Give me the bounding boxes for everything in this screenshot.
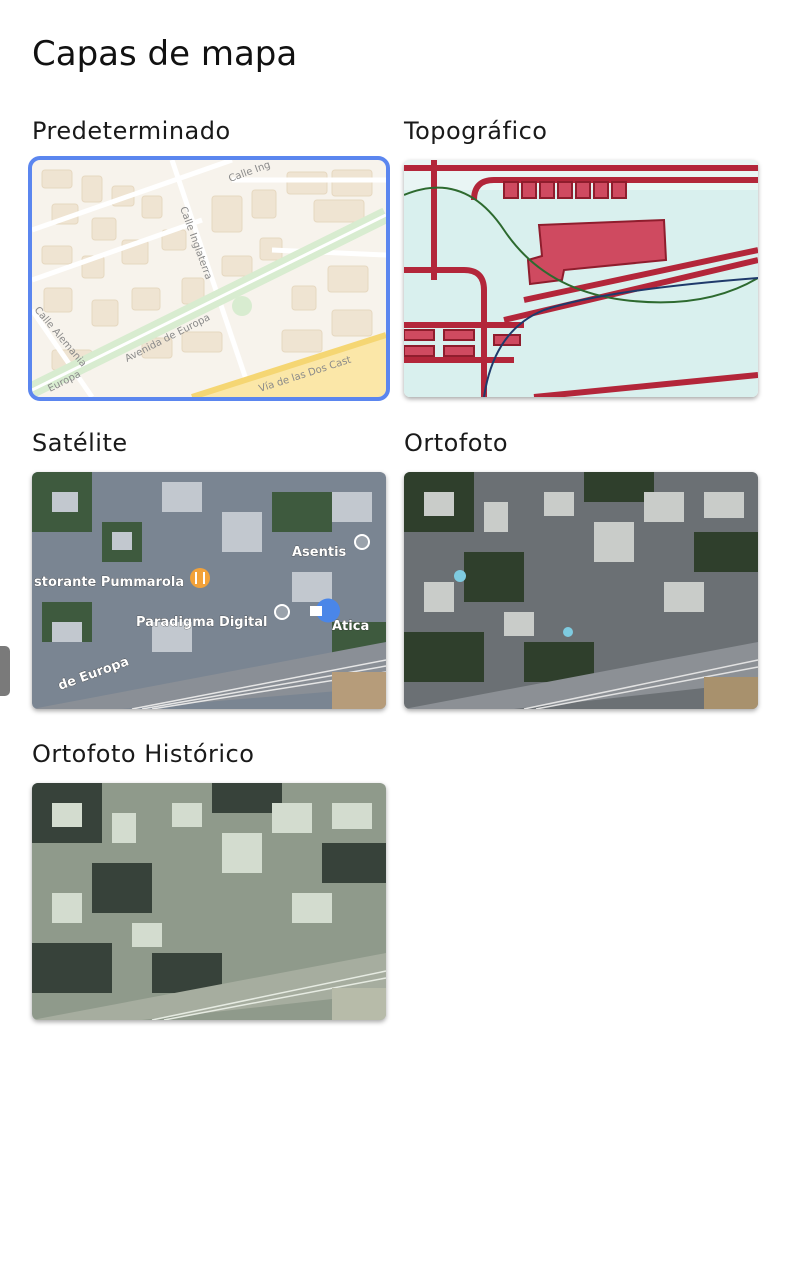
layer-label-historic-orthophoto: Ortofoto Histórico: [32, 740, 255, 768]
poi-label: storante Pummarola: [34, 575, 184, 590]
layer-default[interactable]: Predeterminado Calle Ing Calle Inglaterr…: [28, 116, 390, 401]
historic-orthophoto-image: [32, 783, 386, 1020]
layer-thumbnail-satellite[interactable]: storante Pummarola Paradigma Digital Ati…: [32, 472, 386, 709]
drag-handle-icon[interactable]: [0, 646, 10, 696]
layer-label-topographic: Topográfico: [404, 117, 548, 145]
layer-topographic[interactable]: Topográfico: [404, 116, 758, 397]
orthophoto-image: [404, 472, 758, 709]
satellite-map-image: storante Pummarola Paradigma Digital Ati…: [32, 472, 386, 709]
poi-label: Asentis: [292, 545, 347, 560]
poi-label: Paradigma Digital: [136, 615, 268, 630]
poi-label: Atica: [332, 619, 369, 634]
layer-label-satellite: Satélite: [32, 429, 128, 457]
layer-label-orthophoto: Ortofoto: [404, 429, 509, 457]
fork-knife-icon: [190, 568, 210, 588]
default-map-image: Calle Ing Calle Inglaterra Calle Alemani…: [32, 160, 386, 397]
layer-label-default: Predeterminado: [32, 117, 231, 145]
layer-thumbnail-topographic[interactable]: [404, 160, 758, 397]
page-title: Capas de mapa: [32, 34, 298, 74]
layer-historic-orthophoto[interactable]: Ortofoto Histórico: [32, 739, 386, 1020]
layer-thumbnail-default[interactable]: Calle Ing Calle Inglaterra Calle Alemani…: [28, 156, 390, 401]
layer-thumbnail-historic-orthophoto[interactable]: [32, 783, 386, 1020]
layer-orthophoto[interactable]: Ortofoto: [404, 428, 758, 709]
layer-thumbnail-orthophoto[interactable]: [404, 472, 758, 709]
topographic-map-image: [404, 160, 758, 397]
layer-satellite[interactable]: Satélite storante Pummarola Paradigma Di…: [32, 428, 386, 709]
